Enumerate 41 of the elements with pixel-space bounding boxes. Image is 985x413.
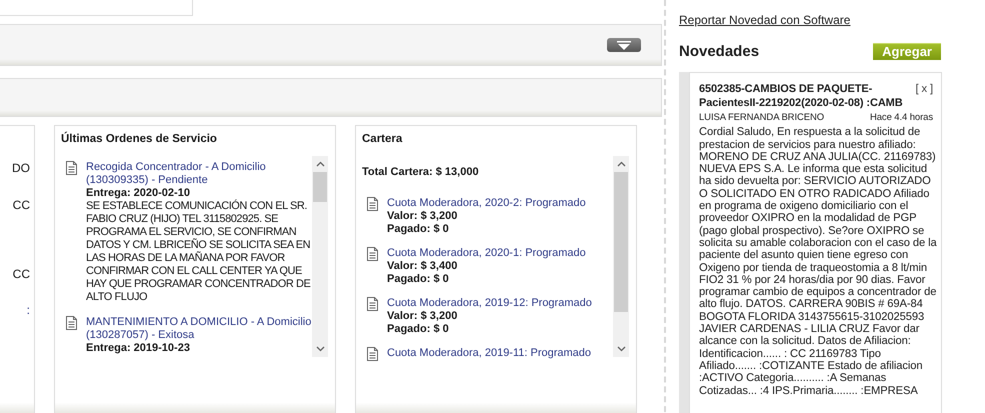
scrollbar[interactable] <box>312 156 328 357</box>
news-body: Cordial Saludo, En respuesta a la solicitud de prestacion de servicios para nuestro afiliado: MORENO DE CRUZ ANA JULIA(CC. 21169783) NUEVA EPS S.A. Le informa que esta solicitud ha sido devuelta por: SERVICIO AUTORIZADO O SOLICITADO EN OTRO RADICADO Afiliado en programa de oxigeno domiciliario con el proveedor OXIPRO en la modalidad de PGP (pago global prospectivo). Se?ore OXIPRO se solicita su amable colaboracion con el caso de la paciente del asunto quien tiene egreso con Oxigeno por tienda de traqueostomia a 8 lt/min FIO2 31 % por 24 horas/dia por 90 dias. Favor programar cambio de equipos a concentrador de alto flujo. DATOS. CARRERA 90BIS # 69A-84 BOGOTA FLORIDA 3143755615-3102025593 JAVIER CARDENAS - LILIA CRUZ Favor dar alcance con la solicitud. Datos de Afiliacion: Identificacion...... : CC 21169783 Tipo Afiliado....... :COTIZANTE Estado de afiliacion :ACTIVO Categoria.......... :A Semanas Cotizadas... :4 IPS.Primaria........ :EMPRESA <box>699 126 937 397</box>
delivery-date: Entrega: 2020-02-10 <box>86 187 191 200</box>
fee-value: Valor: $ 3,200 <box>387 210 458 223</box>
order-link[interactable]: Recogida Concentrador - A Domicilio (130309335) - Pendiente <box>86 161 312 187</box>
panel-title: Cartera <box>361 132 404 146</box>
report-link[interactable]: Reportar Novedad con Software <box>679 14 850 27</box>
panel-title: Últimas Ordenes de Servicio <box>60 130 218 146</box>
text-fragment: : <box>26 304 31 317</box>
close-link[interactable]: [ x ] <box>915 82 933 96</box>
document-icon <box>65 316 78 330</box>
section-heading: Novedades <box>679 45 760 58</box>
fee-paid: Pagado: $ 0 <box>387 223 450 236</box>
fee-value: Valor: $ 3,400 <box>387 260 458 273</box>
caret-icon <box>617 40 631 50</box>
document-icon <box>366 247 379 261</box>
news-time: Hace 4.4 horas <box>870 112 933 124</box>
text-fragment: DO <box>11 162 31 175</box>
fee-paid: Pagado: $ 0 <box>387 273 450 286</box>
scroll-thumb[interactable] <box>313 172 327 202</box>
dropdown-button[interactable] <box>607 38 641 52</box>
fee-link[interactable]: Cuota Moderadora, 2019-11: Programado <box>387 347 592 360</box>
fee-value: Valor: $ 3,200 <box>387 310 458 323</box>
fee-link[interactable]: Cuota Moderadora, 2020-1: Programado <box>387 247 586 260</box>
news-title: 6502385-CAMBIOS DE PAQUETE-PacientesII-2219202(2020-02-08) :CAMB <box>699 82 904 110</box>
text-fragment: CC <box>12 199 31 212</box>
document-icon <box>366 197 379 211</box>
order-link[interactable]: MANTENIMIENTO A DOMICILIO - A Domicilio (130287057) - Exitosa <box>86 316 312 342</box>
document-icon <box>366 297 379 311</box>
document-icon <box>65 161 78 175</box>
order-notes: SE ESTABLECE COMUNICACIÓN CON EL SR. FABIO CRUZ (HIJO) TEL 3115802925. SE PROGRAMA EL SERVICIO, SE CONFIRMAN DATOS Y CM. LBRICEÑO SE SOLICITA SEA EN LAS HORAS DE LA MAÑANA POR FAVOR CONFIRMAR CON EL CALL CENTER YA QUE HAY QUE PROGRAMAR CONCENTRADOR DE ALTO FLUJO <box>86 200 312 304</box>
delivery-date: Entrega: 2019-10-23 <box>86 342 191 355</box>
fee-link[interactable]: Cuota Moderadora, 2019-12: Programado <box>387 297 592 310</box>
scrollbar[interactable] <box>613 156 629 357</box>
document-icon <box>366 347 379 361</box>
fee-paid: Pagado: $ 0 <box>387 323 450 336</box>
scroll-thumb[interactable] <box>614 172 628 312</box>
portfolio-total: Total Cartera: $ 13,000 <box>362 166 480 179</box>
news-author: LUISA FERNANDA BRICENO <box>699 112 824 124</box>
fee-link[interactable]: Cuota Moderadora, 2020-2: Programado <box>387 197 586 210</box>
text-fragment: CC <box>12 268 31 281</box>
